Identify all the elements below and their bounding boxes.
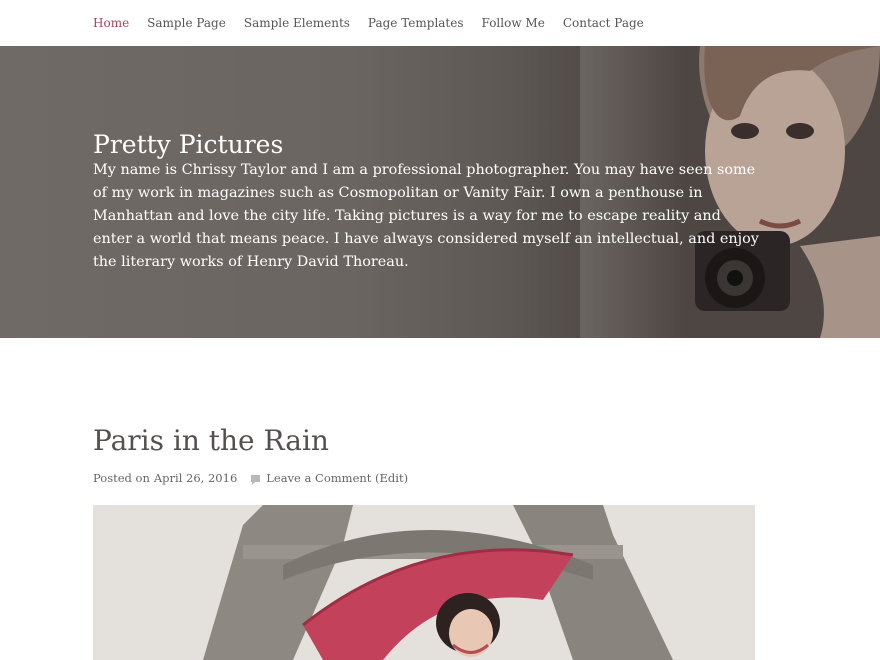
top-navigation: Home Sample Page Sample Elements Page Te… <box>0 0 880 46</box>
nav-item-sample-page[interactable]: Sample Page <box>147 15 226 31</box>
post-meta: Posted on April 26, 2016 Leave a Comment… <box>93 471 408 485</box>
leave-comment-link[interactable]: Leave a Comment (Edit) <box>266 471 408 485</box>
hero-banner: Pretty Pictures My name is Chrissy Taylo… <box>0 46 880 338</box>
nav-item-page-templates[interactable]: Page Templates <box>368 15 464 31</box>
comment-icon <box>251 474 261 485</box>
nav-item-home[interactable]: Home <box>93 15 129 31</box>
nav-item-contact-page[interactable]: Contact Page <box>563 15 644 31</box>
nav-item-sample-elements[interactable]: Sample Elements <box>244 15 350 31</box>
hero-description: My name is Chrissy Taylor and I am a pro… <box>93 162 759 270</box>
post-date[interactable]: April 26, 2016 <box>154 471 237 485</box>
posted-on-label: Posted on <box>93 471 150 485</box>
hero-title: Pretty Pictures <box>93 130 284 159</box>
post-featured-image[interactable] <box>93 505 755 660</box>
nav-item-follow-me[interactable]: Follow Me <box>482 15 545 31</box>
post-title[interactable]: Paris in the Rain <box>93 424 329 457</box>
nav-menu: Home Sample Page Sample Elements Page Te… <box>93 15 662 31</box>
